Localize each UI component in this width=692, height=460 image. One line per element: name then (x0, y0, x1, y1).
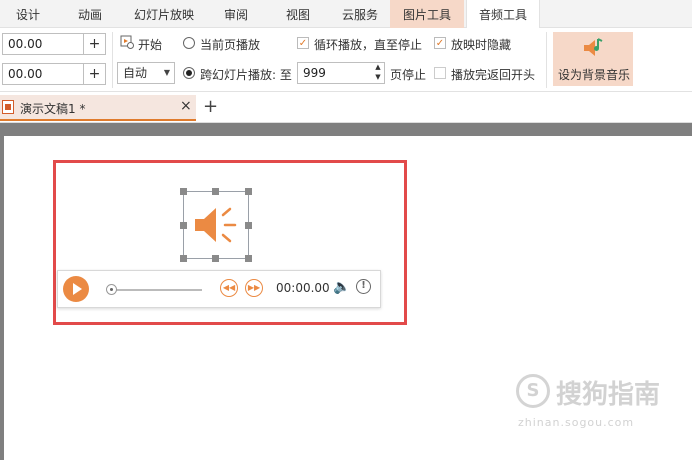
resize-handle[interactable] (180, 188, 187, 195)
close-icon[interactable]: × (180, 98, 192, 114)
chevron-down-icon: ▼ (163, 68, 170, 77)
current-page-radio[interactable] (183, 37, 195, 49)
presentation-file-icon (2, 100, 14, 114)
fast-forward-icon[interactable]: ▶▶ (245, 279, 263, 297)
set-background-music-label: 设为背景音乐 (558, 68, 631, 82)
loop-label: 循环播放，直至停止 (314, 38, 423, 52)
progress-knob[interactable] (106, 284, 117, 295)
rewind-icon[interactable]: ◀◀ (220, 279, 238, 297)
tab-design[interactable]: 设计 (0, 0, 56, 28)
set-background-music-button[interactable]: 设为背景音乐 (553, 32, 633, 86)
tab-cloud[interactable]: 云服务 (330, 0, 390, 28)
watermark: S 搜狗指南 zhinan.sogou.com (516, 372, 676, 438)
loop-checkbox[interactable]: ✓ (297, 37, 309, 49)
audio-object-selection[interactable] (183, 191, 249, 259)
ribbon-tabs: 设计 动画 幻灯片放映 审阅 视图 云服务 图片工具 音频工具 (0, 0, 692, 29)
tab-view[interactable]: 视图 (274, 0, 322, 28)
tab-animation[interactable]: 动画 (62, 0, 118, 28)
watermark-logo: S (516, 374, 550, 408)
spinner[interactable]: ▲ ▼ (371, 62, 385, 84)
cross-slide-label: 跨幻灯片播放: 至 (200, 68, 292, 82)
resize-handle[interactable] (245, 188, 252, 195)
divider (546, 32, 547, 88)
start-select[interactable]: 自动 ▼ (117, 62, 175, 84)
start-clock-icon (120, 35, 134, 49)
hide-checkbox[interactable]: ✓ (434, 37, 446, 49)
new-tab-plus-icon[interactable]: + (203, 98, 218, 116)
hide-label: 放映时隐藏 (451, 38, 512, 52)
document-tab-bar: 演示文稿1 * × + (0, 93, 692, 123)
document-tab[interactable]: 演示文稿1 * × (0, 95, 196, 121)
current-page-label: 当前页播放 (200, 38, 261, 52)
document-tab-label: 演示文稿1 * (20, 102, 86, 116)
divider (112, 32, 113, 88)
resize-handle[interactable] (212, 255, 219, 262)
tab-review[interactable]: 审阅 (212, 0, 260, 28)
resize-handle[interactable] (180, 222, 187, 229)
audio-player: ◀◀ ▶▶ 00:00.00 🔈 ! (57, 270, 381, 308)
resize-handle[interactable] (180, 255, 187, 262)
play-button[interactable] (63, 276, 89, 302)
start-select-value: 自动 (123, 66, 148, 80)
cross-slide-radio[interactable] (183, 67, 195, 79)
fade-in-plus-button[interactable]: + (84, 33, 106, 55)
fade-in-input[interactable]: 00.00 (2, 33, 84, 55)
info-icon[interactable]: ! (356, 279, 371, 294)
speaker-icon (192, 202, 240, 248)
start-label: 开始 (138, 38, 163, 52)
watermark-text: 搜狗指南 (556, 380, 661, 410)
resize-handle[interactable] (212, 188, 219, 195)
playback-time: 00:00.00 (276, 281, 330, 295)
audio-tools-ribbon: 00.00 + 00.00 + 开始 自动 ▼ 当前页播放 跨幻灯片播放: 至 … (0, 28, 692, 92)
rewind-label: 播放完返回开头 (451, 68, 536, 82)
resize-handle[interactable] (245, 255, 252, 262)
watermark-url: zhinan.sogou.com (518, 416, 635, 429)
music-speaker-icon (581, 36, 605, 60)
fade-out-input[interactable]: 00.00 (2, 63, 84, 85)
resize-handle[interactable] (245, 222, 252, 229)
fade-out-plus-button[interactable]: + (84, 63, 106, 85)
tab-audio-tools[interactable]: 音频工具 (466, 0, 540, 29)
volume-icon[interactable]: 🔈 (333, 279, 350, 295)
rewind-checkbox[interactable] (434, 67, 446, 79)
tab-slideshow[interactable]: 幻灯片放映 (122, 0, 206, 28)
page-stop-label: 页停止 (390, 68, 427, 82)
tab-picture-tools[interactable]: 图片工具 (390, 0, 464, 28)
progress-track[interactable] (112, 289, 202, 291)
